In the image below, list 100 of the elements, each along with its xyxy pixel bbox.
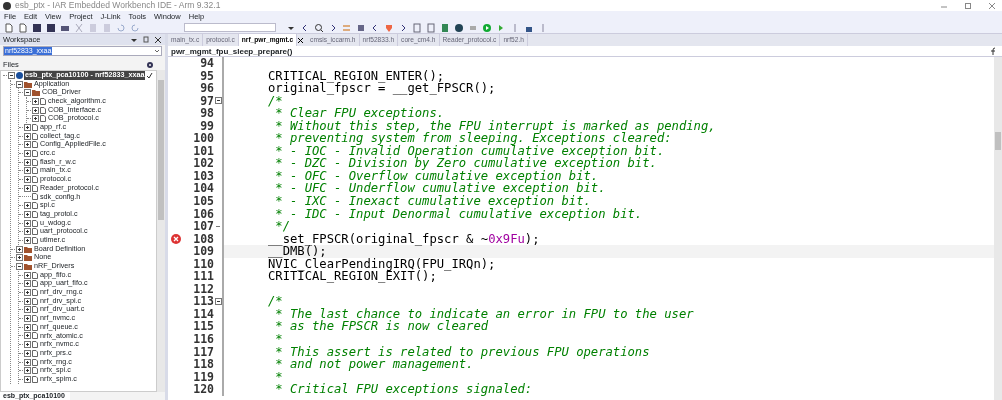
- open-file-icon[interactable]: [18, 22, 28, 33]
- expand-icon[interactable]: [24, 176, 31, 184]
- code-line: * Clear FPU exceptions.: [275, 106, 445, 121]
- expand-icon[interactable]: [24, 210, 31, 218]
- code-line: * - IDC - Input Denormal cumulative exception bit.: [274, 206, 643, 221]
- expand-icon[interactable]: [16, 245, 23, 253]
- line-number: 106: [192, 207, 214, 221]
- play-icon[interactable]: [482, 22, 492, 33]
- scroll-thumb[interactable]: [995, 132, 1001, 150]
- line-number: 118: [192, 358, 214, 371]
- line-number: 120: [192, 383, 214, 396]
- expand-icon[interactable]: [24, 315, 31, 323]
- expand-icon[interactable]: [24, 123, 31, 131]
- build-icon[interactable]: [440, 22, 450, 33]
- line-number: 116: [192, 333, 214, 346]
- expand-icon[interactable]: [24, 219, 31, 227]
- line-number: 97: [199, 94, 214, 108]
- scrollbar[interactable]: [994, 57, 1002, 400]
- line-number: 94: [199, 57, 214, 70]
- expand-icon[interactable]: [24, 132, 31, 140]
- collapse-icon[interactable]: [8, 71, 15, 79]
- expand-icon[interactable]: [24, 150, 31, 158]
- collapse-icon[interactable]: [16, 80, 23, 88]
- line-number: 100: [192, 132, 214, 145]
- code-line: CRITICAL_REGION_ENTER();: [268, 68, 445, 83]
- line-number: 98: [199, 107, 214, 120]
- expand-icon[interactable]: [24, 158, 31, 166]
- expand-icon[interactable]: [24, 367, 31, 375]
- code-line: /*: [268, 93, 283, 108]
- new-file-icon[interactable]: [4, 22, 14, 33]
- line-number: 107: [192, 220, 214, 233]
- save-icon[interactable]: [32, 22, 42, 33]
- line-number: 117: [192, 345, 214, 359]
- fold-icon[interactable]: [214, 298, 222, 306]
- line-number: 102: [192, 157, 214, 170]
- code-line: * - OFC - Overflow cumulative exception bit.: [274, 168, 599, 183]
- close-icon[interactable]: [154, 35, 162, 44]
- code-line: * - IXC - Inexact cumulative exception bit.: [274, 194, 591, 208]
- line-number: 119: [192, 370, 214, 384]
- fold-icon[interactable]: [214, 97, 222, 105]
- code-line: * as the FPSCR is now cleared: [274, 319, 489, 334]
- expand-icon[interactable]: [24, 228, 31, 236]
- scrollbar[interactable]: [157, 70, 165, 392]
- expand-icon[interactable]: [24, 271, 31, 279]
- expand-icon[interactable]: [24, 202, 31, 210]
- expand-icon[interactable]: [24, 167, 31, 175]
- code-line: * and not power management.: [274, 357, 474, 372]
- search-field[interactable]: [184, 23, 276, 32]
- project-icon: [16, 71, 23, 79]
- code-line: *: [274, 369, 283, 384]
- expand-icon[interactable]: [24, 289, 31, 297]
- expand-icon[interactable]: [16, 254, 23, 262]
- line-number: 95: [199, 69, 214, 83]
- expand-icon[interactable]: [24, 236, 31, 244]
- pin-icon[interactable]: [142, 35, 150, 44]
- expand-icon[interactable]: [24, 332, 31, 340]
- code-line: * Critical FPU exceptions signaled:: [274, 382, 533, 397]
- expand-icon[interactable]: [24, 323, 31, 331]
- expand-icon[interactable]: [24, 349, 31, 357]
- expand-icon[interactable]: [24, 280, 31, 288]
- line-number: 99: [199, 119, 214, 133]
- code-line: /*: [268, 294, 283, 309]
- maximize-icon[interactable]: [964, 1, 972, 10]
- expand-icon[interactable]: [24, 141, 31, 149]
- expand-icon[interactable]: [24, 358, 31, 366]
- save-all-icon[interactable]: [46, 22, 56, 33]
- expand-icon[interactable]: [24, 297, 31, 305]
- search-icon[interactable]: [314, 22, 324, 33]
- line-number: 112: [192, 282, 214, 296]
- line-number: 108: [192, 232, 214, 246]
- code-line: * Without this step, the FPU interrupt is marked as pending,: [274, 118, 716, 133]
- code-line: * The last chance to indicate an error in FPU to the user: [275, 306, 694, 321]
- line-number: 115: [192, 320, 214, 334]
- collapse-icon[interactable]: [24, 89, 31, 97]
- line-number: 109: [192, 245, 214, 258]
- code-line: __set_FPSCR(original_fpscr & ~0x9Fu);: [268, 231, 540, 246]
- collapse-icon[interactable]: [16, 262, 23, 270]
- expand-icon[interactable]: [24, 306, 31, 314]
- line-number: 104: [192, 182, 214, 195]
- expand-icon[interactable]: [32, 115, 39, 123]
- expand-icon[interactable]: [32, 106, 39, 114]
- code-line: CRITICAL_REGION_EXIT();: [268, 269, 437, 284]
- code-line: *: [274, 332, 283, 347]
- settings-icon[interactable]: [146, 61, 154, 69]
- check-icon: [146, 71, 154, 79]
- code-line: * This assert is related to previous FPU operations: [274, 344, 650, 359]
- document-icon[interactable]: [426, 22, 436, 33]
- code-line: * - UFC - Underflow cumulative exception bit.: [274, 181, 606, 196]
- expand-icon[interactable]: [24, 184, 31, 192]
- code-line: __DMB();: [268, 244, 327, 259]
- expand-icon[interactable]: [24, 341, 31, 349]
- line-number: 114: [192, 307, 214, 321]
- expand-icon[interactable]: [32, 97, 39, 105]
- scroll-thumb[interactable]: [158, 80, 164, 220]
- code-line: */: [275, 219, 290, 234]
- function-name: pwr_mgmt_fpu_sleep_prepare(): [171, 45, 294, 57]
- bookmark-icon[interactable]: [356, 22, 366, 33]
- expand-icon[interactable]: [24, 375, 31, 383]
- stop-icon[interactable]: [454, 22, 464, 33]
- line-number: 110: [192, 257, 214, 271]
